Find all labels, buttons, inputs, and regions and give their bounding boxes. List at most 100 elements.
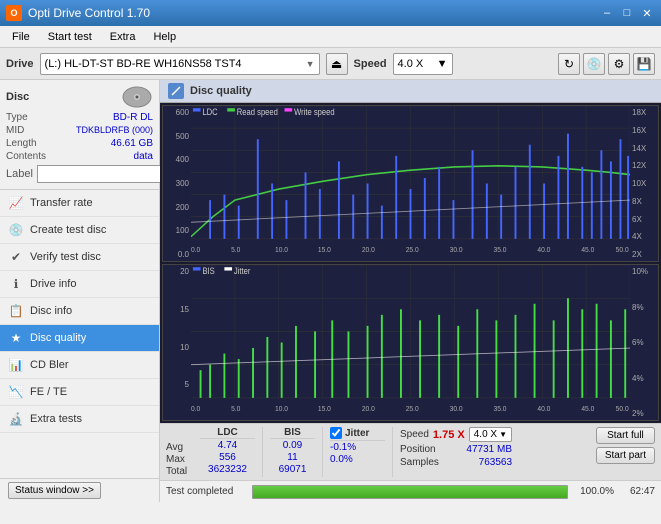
start-buttons: Start full Start part <box>596 427 655 464</box>
nav-label-disc-info: Disc info <box>30 305 72 317</box>
status-section: Status window >> <box>0 478 159 502</box>
disc-contents-row: Contents data <box>6 151 153 162</box>
nav-cd-bler[interactable]: 📊 CD Bler <box>0 352 159 379</box>
svg-text:LDC: LDC <box>202 107 217 117</box>
disc-button[interactable]: 💿 <box>583 53 605 75</box>
nav-label-fe-te: FE / TE <box>30 386 67 398</box>
speed-info-value: 1.75 X <box>433 429 465 441</box>
menu-file[interactable]: File <box>4 29 38 45</box>
jitter-avg: -0.1% <box>330 442 385 453</box>
left-panel: Disc Type BD-R DL MID TDKBLDRFB (000) Le… <box>0 80 160 502</box>
svg-text:10.0: 10.0 <box>275 404 288 414</box>
ldc-total: 3623232 <box>208 464 247 475</box>
right-panel: Disc quality 600 500 400 300 200 100 0.0 <box>160 80 661 502</box>
ldc-col: LDC 4.74 556 3623232 <box>200 427 255 475</box>
nav-disc-quality[interactable]: ★ Disc quality <box>0 325 159 352</box>
save-button[interactable]: 💾 <box>633 53 655 75</box>
speed-select[interactable]: 4.0 X ▼ <box>469 427 512 442</box>
cd-bler-icon: 📊 <box>8 357 24 373</box>
bottom-chart-y-left: 20 15 10 5 <box>163 265 191 420</box>
svg-text:Read speed: Read speed <box>237 107 278 117</box>
svg-text:20.0: 20.0 <box>362 404 375 414</box>
close-button[interactable]: ✕ <box>639 5 655 21</box>
nav-label-create-test-disc: Create test disc <box>30 224 106 236</box>
nav-disc-info[interactable]: 📋 Disc info <box>0 298 159 325</box>
disc-section: Disc Type BD-R DL MID TDKBLDRFB (000) Le… <box>0 80 159 190</box>
nav-label-disc-quality: Disc quality <box>30 332 86 344</box>
svg-text:50.0 GB: 50.0 GB <box>616 404 630 414</box>
menu-start-test[interactable]: Start test <box>40 29 100 45</box>
svg-text:Jitter: Jitter <box>234 266 251 276</box>
stats-max-label: Max <box>166 454 196 465</box>
progress-time: 62:47 <box>620 486 655 497</box>
nav-label-drive-info: Drive info <box>30 278 76 290</box>
settings-button[interactable]: ⚙ <box>608 53 630 75</box>
app-title: Opti Drive Control 1.70 <box>28 6 150 20</box>
nav-extra-tests[interactable]: 🔬 Extra tests <box>0 406 159 433</box>
ldc-max: 556 <box>219 452 236 463</box>
verify-test-disc-icon: ✔ <box>8 249 24 265</box>
chart-title: Disc quality <box>190 85 252 97</box>
speed-label: Speed <box>354 58 387 70</box>
top-chart-main: LDC Read speed Write speed 0.0 5.0 10.0 … <box>191 106 630 261</box>
disc-contents-label: Contents <box>6 151 46 162</box>
svg-text:30.0: 30.0 <box>450 404 463 414</box>
samples-label: Samples <box>400 457 439 468</box>
nav-drive-info[interactable]: ℹ Drive info <box>0 271 159 298</box>
nav-create-test-disc[interactable]: 💿 Create test disc <box>0 217 159 244</box>
svg-text:20.0: 20.0 <box>362 245 375 255</box>
svg-text:35.0: 35.0 <box>494 245 507 255</box>
drive-label: Drive <box>6 58 34 70</box>
bis-total: 69071 <box>279 464 307 475</box>
app-icon: O <box>6 5 22 21</box>
bis-avg: 0.09 <box>283 440 302 451</box>
menu-help[interactable]: Help <box>145 29 184 45</box>
svg-text:0.0: 0.0 <box>191 245 200 255</box>
disc-type-value: BD-R DL <box>113 112 153 123</box>
bottom-chart: 20 15 10 5 <box>162 264 659 421</box>
progress-bar-fill <box>253 486 567 498</box>
start-part-button[interactable]: Start part <box>596 447 655 464</box>
svg-text:45.0: 45.0 <box>581 245 594 255</box>
status-window-button[interactable]: Status window >> <box>8 482 101 499</box>
nav-fe-te[interactable]: 📉 FE / TE <box>0 379 159 406</box>
progress-area: Test completed 100.0% 62:47 <box>160 480 661 502</box>
top-chart-svg: LDC Read speed Write speed 0.0 5.0 10.0 … <box>191 106 630 261</box>
stats-avg-label: Avg <box>166 442 196 453</box>
jitter-checkbox[interactable] <box>330 427 342 439</box>
minimize-button[interactable]: – <box>599 5 615 21</box>
disc-mid-value: TDKBLDRFB (000) <box>76 125 153 136</box>
chart-header: Disc quality <box>160 80 661 103</box>
drive-select[interactable]: (L:) HL-DT-ST BD-RE WH16NS58 TST4 ▼ <box>40 53 320 75</box>
chevron-down-icon: ▼ <box>499 430 507 439</box>
progress-bar <box>252 485 568 499</box>
speed-select[interactable]: 4.0 X ▼ <box>393 53 453 75</box>
nav-label-verify-test-disc: Verify test disc <box>30 251 101 263</box>
refresh-button[interactable]: ↻ <box>558 53 580 75</box>
chevron-down-icon: ▼ <box>437 58 448 70</box>
disc-mid-row: MID TDKBLDRFB (000) <box>6 125 153 136</box>
main-area: Disc Type BD-R DL MID TDKBLDRFB (000) Le… <box>0 80 661 502</box>
maximize-button[interactable]: □ <box>619 5 635 21</box>
stats-total-label: Total <box>166 466 196 477</box>
eject-button[interactable]: ⏏ <box>326 53 348 75</box>
drive-bar: Drive (L:) HL-DT-ST BD-RE WH16NS58 TST4 … <box>0 48 661 80</box>
menu-extra[interactable]: Extra <box>102 29 144 45</box>
disc-label-input[interactable] <box>37 165 177 183</box>
svg-text:5.0: 5.0 <box>231 404 240 414</box>
title-bar: O Opti Drive Control 1.70 – □ ✕ <box>0 0 661 26</box>
speed-select-value: 4.0 X <box>474 429 497 440</box>
chart-header-icon <box>168 83 184 99</box>
bottom-chart-main: BIS Jitter 0.0 5.0 10.0 15.0 20.0 25.0 3… <box>191 265 630 420</box>
ldc-header: LDC <box>200 427 255 439</box>
nav-transfer-rate[interactable]: 📈 Transfer rate <box>0 190 159 217</box>
nav-verify-test-disc[interactable]: ✔ Verify test disc <box>0 244 159 271</box>
charts-container: 600 500 400 300 200 100 0.0 <box>160 103 661 423</box>
stats-bar: Avg Max Total LDC 4.74 556 3623232 BIS 0… <box>160 423 661 480</box>
svg-text:50.0 GB: 50.0 GB <box>616 245 630 255</box>
disc-length-label: Length <box>6 138 37 149</box>
disc-quality-icon: ★ <box>8 330 24 346</box>
start-full-button[interactable]: Start full <box>596 427 655 444</box>
drive-info-icon: ℹ <box>8 276 24 292</box>
transfer-rate-icon: 📈 <box>8 195 24 211</box>
